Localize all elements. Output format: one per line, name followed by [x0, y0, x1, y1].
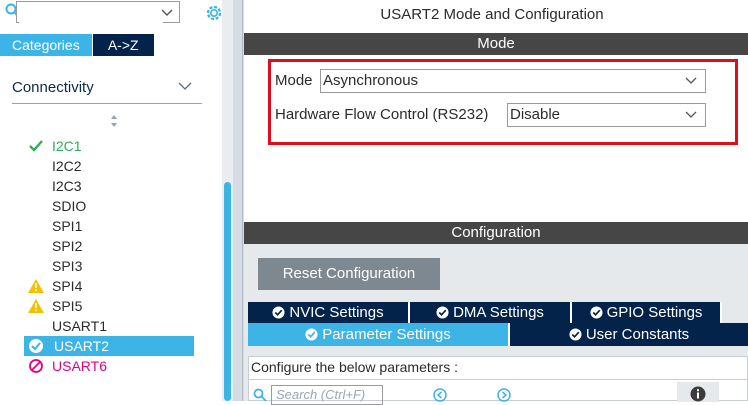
list-item[interactable]: SPI4	[0, 276, 222, 296]
settings-tabs-row1: NVIC Settings DMA Settings GPIO Settings	[248, 302, 748, 323]
category-dropdown[interactable]: Connectivity	[12, 73, 202, 104]
list-item[interactable]: SPI3	[0, 256, 222, 276]
disabled-icon	[29, 359, 43, 373]
list-item[interactable]: SPI5	[0, 296, 222, 316]
tab-label: DMA Settings	[453, 304, 544, 321]
divider	[242, 0, 243, 401]
check-circle-icon	[29, 339, 43, 353]
mode-section: Mode Asynchronous Hardware Flow Control …	[244, 55, 748, 222]
reset-configuration-button[interactable]: Reset Configuration	[258, 258, 440, 290]
category-label: Connectivity	[12, 79, 94, 96]
category-tabs: Categories A->Z	[0, 34, 155, 56]
list-item-label: SPI4	[52, 278, 83, 294]
scrollbar-thumb[interactable]	[224, 182, 231, 401]
parameters-label: Configure the below parameters :	[251, 359, 458, 375]
tab-categories[interactable]: Categories	[0, 34, 93, 56]
list-item[interactable]: SPI2	[0, 236, 222, 256]
search-icon[interactable]	[253, 388, 267, 402]
check-circle-icon	[436, 306, 449, 319]
list-item-label: SDIO	[52, 198, 87, 214]
list-item[interactable]: I2C1	[0, 136, 222, 156]
chevron-down-icon	[685, 77, 697, 84]
list-item[interactable]: SPI1	[0, 216, 222, 236]
previous-icon[interactable]	[433, 388, 447, 402]
configuration-header: Configuration	[244, 222, 748, 244]
list-item-label: USART6	[52, 358, 107, 374]
list-item-label: I2C1	[52, 138, 82, 154]
settings-tabs-row2: Parameter Settings User Constants	[248, 323, 748, 346]
list-item[interactable]: I2C2	[0, 156, 222, 176]
chevron-down-icon[interactable]	[160, 5, 174, 19]
warning-icon	[28, 299, 44, 313]
chevron-down-icon	[685, 111, 697, 118]
check-icon	[29, 140, 43, 152]
mode-value: Asynchronous	[323, 72, 419, 89]
mode-header: Mode	[244, 33, 748, 55]
scroll-up-icon[interactable]	[110, 114, 118, 128]
mode-label: Mode	[275, 72, 313, 89]
list-item-label: I2C2	[52, 158, 82, 174]
tab-label: NVIC Settings	[289, 304, 384, 321]
tab-nvic-settings[interactable]: NVIC Settings	[248, 302, 410, 323]
list-item[interactable]: USART1	[0, 316, 222, 336]
list-item-selected[interactable]: USART2	[24, 336, 194, 356]
warning-icon	[28, 279, 44, 293]
tab-dma-settings[interactable]: DMA Settings	[410, 302, 572, 323]
info-icon[interactable]	[690, 386, 706, 402]
list-item-label: SPI5	[52, 298, 83, 314]
search-input-box[interactable]	[16, 1, 180, 23]
tab-a-z[interactable]: A->Z	[92, 34, 155, 56]
list-item[interactable]: I2C3	[0, 176, 222, 196]
page-title: USART2 Mode and Configuration	[380, 6, 604, 23]
list-item-label: SPI1	[52, 218, 83, 234]
check-circle-icon	[590, 306, 603, 319]
peripheral-list: I2C1 I2C2 I2C3 SDIO SPI1 SPI2 SPI3 SPI4	[0, 136, 222, 376]
tab-label: Parameter Settings	[322, 326, 451, 343]
list-item-label: USART2	[54, 338, 109, 354]
tab-parameter-settings[interactable]: Parameter Settings	[248, 323, 510, 346]
tab-label: User Constants	[585, 326, 690, 343]
tab-user-constants[interactable]: User Constants	[510, 323, 748, 346]
parameter-search-input[interactable]: Search (Ctrl+F)	[271, 385, 383, 405]
list-item-label: USART1	[52, 318, 107, 334]
flow-control-select[interactable]: Disable	[507, 103, 706, 127]
next-icon[interactable]	[497, 388, 511, 402]
check-circle-icon	[569, 328, 582, 341]
right-panel: USART2 Mode and Configuration Mode Mode …	[244, 0, 748, 405]
flow-control-value: Disable	[510, 106, 561, 123]
list-item[interactable]: USART6	[0, 356, 222, 376]
tab-gpio-settings[interactable]: GPIO Settings	[572, 302, 722, 323]
flow-control-label: Hardware Flow Control (RS232)	[275, 106, 489, 123]
left-panel: Categories A->Z Connectivity I2C1 I2C2 I…	[0, 0, 233, 401]
search-input[interactable]	[19, 3, 163, 23]
parameters-panel: Configure the below parameters : Search …	[248, 356, 748, 405]
list-item[interactable]: SDIO	[0, 196, 222, 216]
list-item-label: I2C3	[52, 178, 82, 194]
divider	[249, 379, 748, 380]
chevron-down-icon	[178, 82, 192, 90]
check-circle-icon	[272, 306, 285, 319]
list-item-label: SPI3	[52, 258, 83, 274]
mode-select[interactable]: Asynchronous	[320, 69, 706, 93]
configuration-section: Reset Configuration NVIC Settings DMA Se…	[244, 244, 748, 405]
gear-icon[interactable]	[204, 3, 224, 23]
search-row	[0, 0, 233, 30]
tab-label: GPIO Settings	[606, 304, 703, 321]
list-item-label: SPI2	[52, 238, 83, 254]
check-circle-icon	[305, 328, 318, 341]
